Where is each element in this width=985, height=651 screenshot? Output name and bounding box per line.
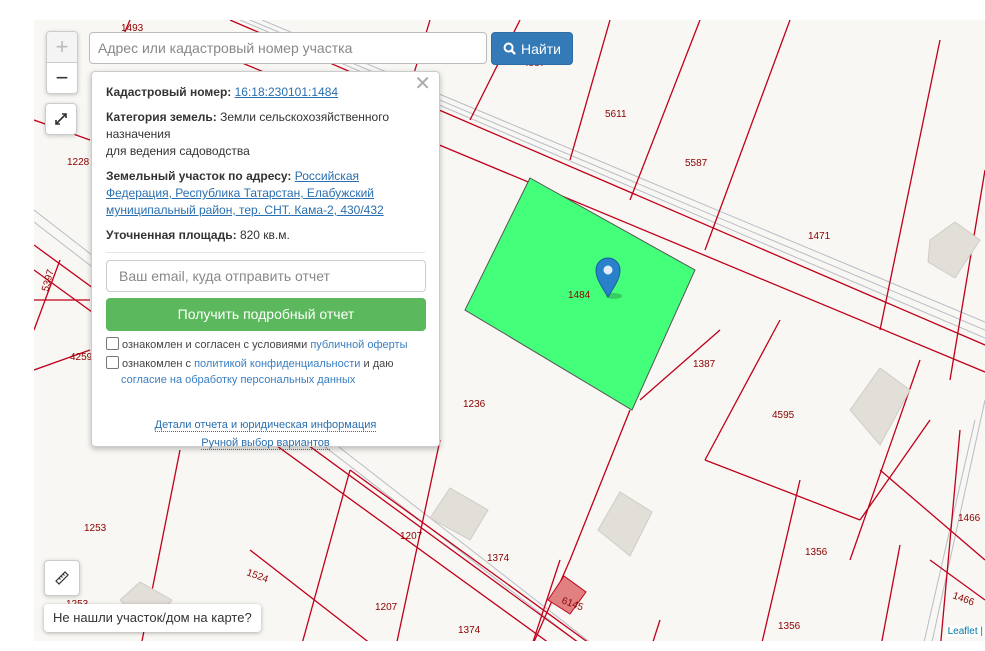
parcel-number-label: 1466 bbox=[951, 590, 976, 608]
parcel-number-label: 4259 bbox=[70, 352, 93, 363]
parcel-number-label: 1236 bbox=[463, 399, 486, 410]
zoom-control: + − bbox=[46, 31, 78, 94]
leaflet-attribution[interactable]: Leaflet | bbox=[945, 626, 985, 637]
parcel-number-label: 1387 bbox=[693, 359, 716, 370]
public-offer-link[interactable]: публичной оферты bbox=[310, 339, 407, 351]
area-label: Уточненная площадь: bbox=[106, 228, 237, 242]
fullscreen-button[interactable] bbox=[45, 103, 77, 135]
offer-checkbox[interactable] bbox=[106, 337, 119, 350]
area-value: 820 кв.м. bbox=[239, 228, 290, 242]
usage-value: для ведения садоводства bbox=[106, 144, 250, 158]
cadastral-label: Кадастровый номер: bbox=[106, 85, 232, 99]
personal-data-consent-link[interactable]: согласие на обработку персональных данны… bbox=[106, 374, 355, 386]
cadastral-number-link[interactable]: 16:18:230101:1484 bbox=[235, 85, 338, 99]
parcel-number-label: 1466 bbox=[958, 513, 981, 524]
category-label: Категория земель: bbox=[106, 110, 217, 124]
parcel-number-label: 1356 bbox=[778, 621, 801, 632]
check1-text: ознакомлен и согласен с условиями bbox=[122, 339, 311, 351]
parcel-info-popup: ✕ Кадастровый номер: 16:18:230101:1484 К… bbox=[91, 71, 440, 450]
manual-selection-link[interactable]: Ручной выбор вариантов bbox=[201, 437, 330, 450]
search-button[interactable]: Найти bbox=[491, 32, 573, 65]
parcel-number-label: 1484 bbox=[568, 290, 591, 301]
check2-mid: и даю bbox=[360, 358, 394, 370]
expand-icon bbox=[55, 113, 67, 125]
parcel-number-label: 1471 bbox=[808, 231, 831, 242]
search-input[interactable] bbox=[89, 32, 487, 64]
parcel-number-label: 1207 bbox=[400, 531, 423, 542]
email-input[interactable] bbox=[106, 260, 426, 292]
parcel-number-label: 1253 bbox=[84, 523, 107, 534]
ruler-icon bbox=[55, 571, 69, 585]
close-icon[interactable]: ✕ bbox=[414, 74, 431, 94]
parcel-number-label: 1374 bbox=[487, 553, 510, 564]
zoom-out-button[interactable]: − bbox=[47, 63, 77, 93]
zoom-in-button[interactable]: + bbox=[47, 32, 77, 63]
parcel-number-label: 1524 bbox=[245, 567, 270, 585]
parcel-number-label: 1356 bbox=[805, 547, 828, 558]
parcel-number-label: 5587 bbox=[685, 158, 708, 169]
check2-text: ознакомлен с bbox=[122, 358, 195, 370]
parcel-number-label: 1207 bbox=[375, 602, 398, 613]
divider bbox=[106, 252, 425, 253]
privacy-checkbox[interactable] bbox=[106, 356, 119, 369]
privacy-policy-link[interactable]: политикой конфиденциальности bbox=[194, 358, 360, 370]
ruler-button[interactable] bbox=[44, 560, 80, 596]
address-label: Земельный участок по адресу: bbox=[106, 169, 292, 183]
report-details-link[interactable]: Детали отчета и юридическая информация bbox=[154, 419, 377, 432]
parcel-number-label: 1228 bbox=[67, 157, 90, 168]
get-report-button[interactable]: Получить подробный отчет bbox=[106, 298, 426, 331]
search-button-label: Найти bbox=[521, 40, 561, 57]
parcel-number-label: 5397 bbox=[40, 268, 56, 293]
parcel-number-label: 1374 bbox=[458, 625, 481, 636]
parcel-number-label: 5611 bbox=[605, 109, 627, 120]
not-found-button[interactable]: Не нашли участок/дом на карте? bbox=[44, 604, 261, 632]
parcel-number-label: 4595 bbox=[772, 410, 795, 421]
search-icon bbox=[503, 42, 516, 55]
